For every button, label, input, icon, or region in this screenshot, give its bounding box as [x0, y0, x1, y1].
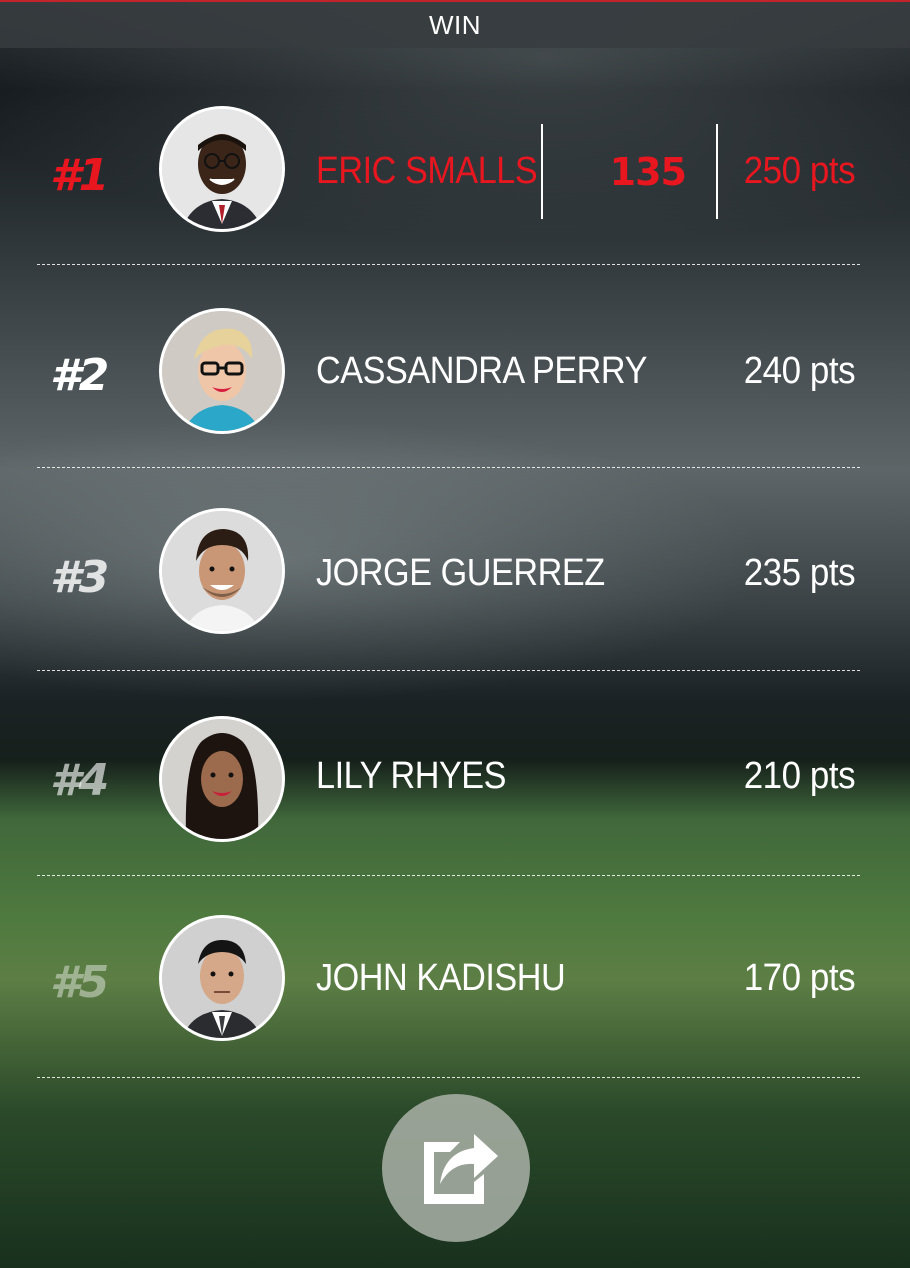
page-title: WIN	[428, 10, 482, 40]
leaderboard-row-4[interactable]: #4 LILY RHYES 210 pts	[0, 675, 910, 877]
leaderboard-row-5[interactable]: #5 JOHN KADISHU 170 pts	[0, 877, 910, 1079]
player-name: CASSANDRA PERRY	[316, 350, 647, 392]
rank-label: #5	[50, 957, 109, 1008]
avatar-man-suit-icon	[159, 915, 285, 1041]
avatar-man-glasses-icon	[159, 106, 285, 232]
row-divider	[37, 670, 860, 671]
leaderboard-row-2[interactable]: #2 CASSANDRA PERRY 240 pts	[0, 270, 910, 472]
avatar-man-curly-hair-icon	[159, 508, 285, 634]
player-points: 235 pts	[743, 552, 856, 594]
share-icon	[424, 1134, 498, 1204]
player-points: 240 pts	[743, 350, 856, 392]
top-bar: WIN	[0, 0, 910, 48]
column-separator	[541, 124, 543, 219]
player-score: 135	[609, 150, 687, 194]
row-divider	[37, 264, 860, 265]
share-button[interactable]	[382, 1094, 530, 1242]
player-name: ERIC SMALLS	[316, 150, 538, 192]
row-divider	[37, 467, 860, 468]
player-points: 170 pts	[743, 957, 856, 999]
rank-label: #2	[50, 350, 109, 401]
leaderboard-row-1[interactable]: #1 ERIC SMALLS 135 250 pts	[0, 70, 910, 272]
avatar-woman-glasses-icon	[159, 308, 285, 434]
avatar-woman-long-hair-icon	[159, 716, 285, 842]
player-points: 210 pts	[743, 755, 856, 797]
player-name: JORGE GUERREZ	[316, 552, 605, 594]
player-name: LILY RHYES	[316, 755, 507, 797]
leaderboard-row-3[interactable]: #3 JORGE GUERREZ 235 pts	[0, 472, 910, 674]
row-divider	[37, 875, 860, 876]
player-points: 250 pts	[743, 150, 856, 192]
rank-label: #4	[50, 755, 109, 806]
row-divider	[37, 1077, 860, 1078]
column-separator	[716, 124, 718, 219]
rank-label: #3	[50, 552, 109, 603]
player-name: JOHN KADISHU	[316, 957, 566, 999]
rank-label: #1	[50, 150, 109, 201]
